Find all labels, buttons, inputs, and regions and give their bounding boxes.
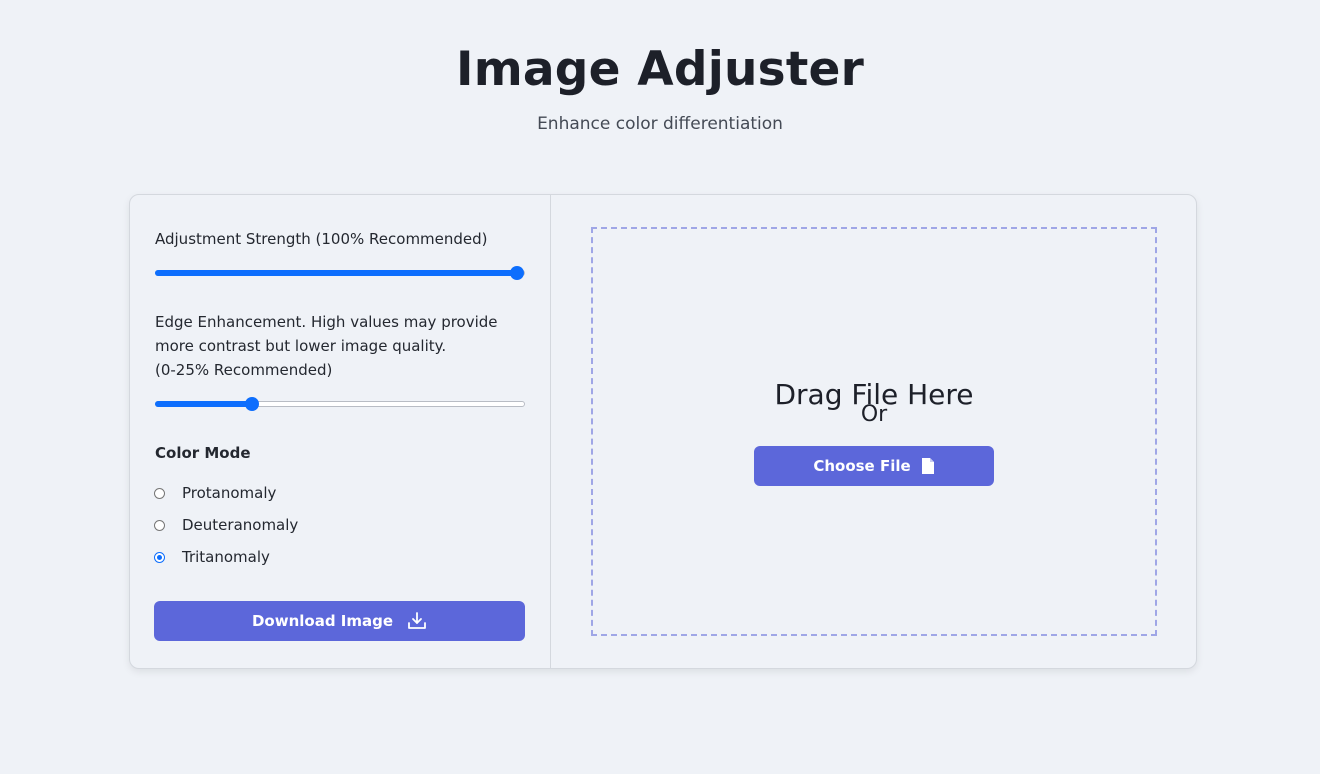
download-image-button[interactable]: Download Image [154,601,525,641]
choose-file-button[interactable]: Choose File [754,446,994,486]
file-dropzone[interactable]: Drag File Here Or Choose File [591,227,1157,636]
edge-label: Edge Enhancement. High values may provid… [155,310,535,382]
edge-slider[interactable] [155,397,525,411]
edge-label-line1: Edge Enhancement. High values may provid… [155,313,498,331]
edge-slider-thumb[interactable] [244,397,259,411]
radio-label-tritanomaly: Tritanomaly [182,548,270,566]
strength-slider-fill [155,270,517,276]
page-subtitle: Enhance color differentiation [537,114,783,134]
edge-label-line3: (0-25% Recommended) [155,361,333,379]
adjuster-card: Adjustment Strength (100% Recommended) E… [129,194,1197,669]
controls-panel: Adjustment Strength (100% Recommended) E… [130,195,551,668]
upload-panel: Drag File Here Or Choose File [551,195,1196,668]
radio-label-protanomaly: Protanomaly [182,484,277,502]
radio-button[interactable] [154,487,165,499]
page-title: Image Adjuster [456,42,864,97]
download-icon [407,611,427,631]
color-mode-label: Color Mode [155,444,251,462]
strength-slider[interactable] [155,266,525,280]
edge-label-line2: more contrast but lower image quality. [155,337,447,355]
radio-label-deuteranomaly: Deuteranomaly [182,516,299,534]
choose-file-label: Choose File [813,457,911,475]
or-text: Or [860,402,888,427]
strength-slider-thumb[interactable] [510,266,524,280]
download-button-label: Download Image [251,612,394,630]
strength-label: Adjustment Strength (100% Recommended) [155,230,488,248]
radio-tritanomaly[interactable]: Tritanomaly [154,545,270,569]
radio-protanomaly[interactable]: Protanomaly [154,481,276,505]
file-icon [921,458,935,474]
radio-button[interactable] [154,519,165,531]
radio-deuteranomaly[interactable]: Deuteranomaly [154,513,298,537]
radio-button[interactable] [154,551,165,563]
edge-slider-fill [155,401,252,407]
